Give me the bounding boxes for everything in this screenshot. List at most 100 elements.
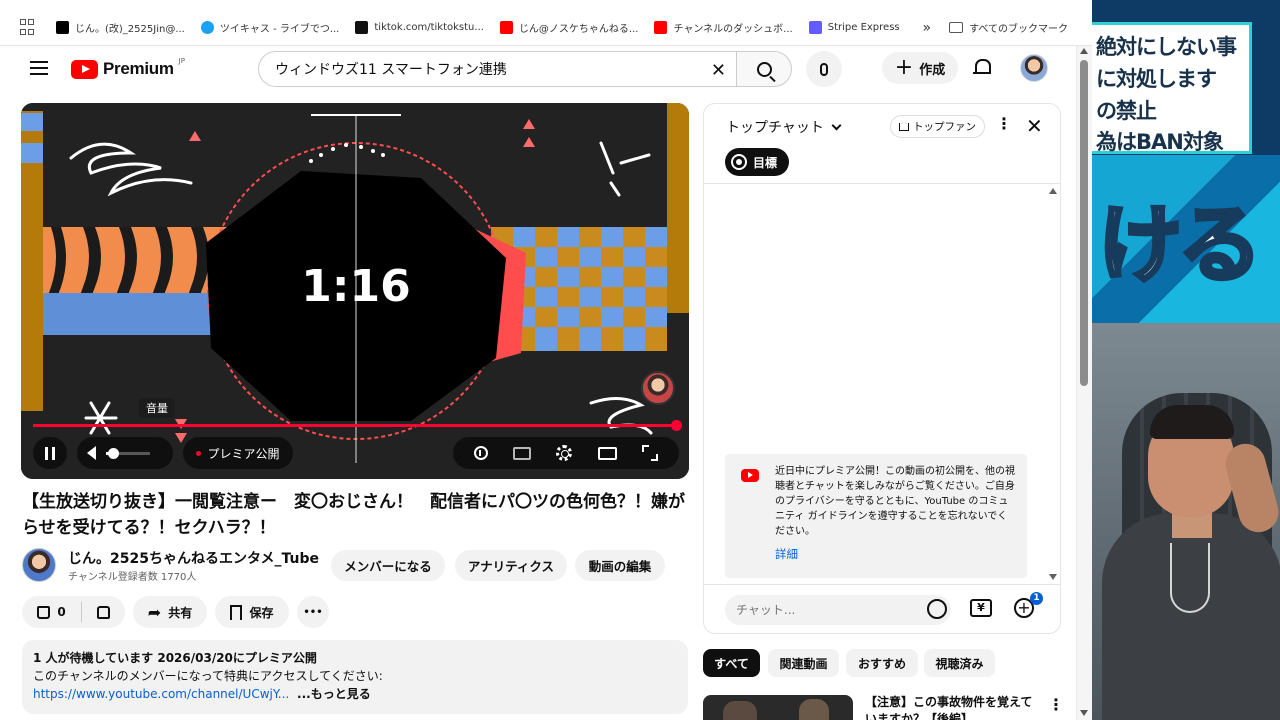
channel-link[interactable]: https://www.youtube.com/channel/UCwjY... (33, 687, 289, 701)
create-button[interactable]: + 作成 (882, 52, 958, 84)
edit-video-button[interactable]: 動画の編集 (575, 550, 665, 581)
bookmark-label: じん@ノスケちゃんねる... (518, 24, 639, 35)
overlay-rules-panel: 絶対にしない事 に対処します の禁止 為はBAN対象 (1092, 22, 1252, 154)
menu-icon[interactable] (30, 61, 48, 75)
show-more-button[interactable]: ...もっと見る (297, 687, 371, 701)
like-icon[interactable] (37, 605, 51, 619)
youtube-premium-logo[interactable]: Premium JP (71, 57, 185, 79)
save-button[interactable]: 保存 (215, 596, 289, 628)
bookmark-item[interactable]: ツイキャス - ライブでつ... (200, 20, 339, 35)
folder-icon (949, 22, 964, 33)
video-title: 【生放送切り抜き】一閲覧注意ー 変〇おじさん！ 配信者にパ〇ツの色何色？！嫌がら… (22, 492, 685, 538)
filter-chip-related[interactable]: 関連動画 (768, 649, 839, 677)
top-fan-label: トップファン (913, 121, 976, 133)
bookmark-item[interactable]: Stripe Express (808, 21, 900, 34)
bookmark-label: tiktok.com/tiktokstu... (374, 22, 484, 33)
filter-chip-watched[interactable]: 視聴済み (924, 649, 995, 677)
filter-chip-recommended[interactable]: おすすめ (846, 649, 918, 677)
bookmarks-overflow-button[interactable]: » (923, 20, 932, 36)
scroll-up-arrow-icon[interactable] (1080, 48, 1088, 54)
search-bar: ウィンドウズ11 スマートフォン連携 ✕ (258, 51, 792, 87)
theater-mode-icon[interactable] (597, 446, 617, 460)
player-right-controls (453, 437, 679, 469)
notification-badge: 1 (1030, 592, 1043, 605)
share-button[interactable]: ➦ 共有 (133, 596, 207, 628)
chat-input-row: ¥ + 1 (704, 584, 1060, 633)
bookmark-item[interactable]: tiktok.com/tiktokstu... (355, 21, 484, 34)
dislike-icon[interactable] (96, 605, 110, 619)
apps-grid-icon[interactable] (20, 18, 38, 37)
page-scrollbar[interactable] (1076, 46, 1092, 720)
scrollbar-thumb[interactable] (1080, 60, 1088, 386)
more-actions-button[interactable]: ••• (297, 596, 329, 628)
description-text: このチャンネルのメンバーになって特典にアクセスしてください: (33, 669, 383, 683)
stream-overlay: ける 絶対にしない事 に対処します の禁止 為はBAN対象 (1092, 0, 1280, 720)
related-more-options-icon[interactable]: ⋮ (1048, 697, 1064, 713)
bookmark-item[interactable]: じん@ノスケちゃんねる... (499, 20, 639, 35)
bookmark-icon (230, 604, 243, 620)
premiere-info: 1 人が待機しています 2026/03/20にプレミア公開 (33, 651, 317, 665)
top-fan-button[interactable]: トップファン (890, 115, 985, 138)
overlay-rule: 為はBAN対象 (1096, 130, 1224, 154)
volume-slider[interactable] (106, 447, 150, 459)
create-label: 作成 (919, 62, 946, 78)
voice-search-button[interactable] (806, 51, 842, 87)
search-icon (756, 61, 772, 77)
like-dislike-group: 0 (22, 596, 125, 628)
like-count[interactable]: 0 (57, 605, 65, 619)
youtube-favicon-icon (499, 21, 513, 34)
analytics-button[interactable]: アナリティクス (455, 550, 567, 581)
stripe-favicon-icon (808, 21, 822, 34)
chat-more-options-icon[interactable]: ⋮ (996, 116, 1012, 132)
progress-scrubber[interactable] (671, 420, 682, 431)
channel-avatar[interactable] (22, 548, 56, 582)
screen: じん。(改)_2525Jin@... ツイキャス - ライブでつ... tikt… (0, 0, 1280, 720)
account-avatar[interactable] (1020, 54, 1048, 82)
channel-watermark-avatar[interactable] (641, 371, 675, 405)
fullscreen-icon[interactable] (642, 445, 659, 461)
premiere-notice: 近日中にプレミア公開！この動画の初公開を、他の視聴者とチャットを楽しみながらご覧… (725, 454, 1027, 578)
progress-bar[interactable] (33, 424, 679, 427)
channel-row: じん。2525ちゃんねるエンタメ_Tube チャンネル登録者数 1770人 メン… (22, 546, 692, 586)
chat-scroll-up-icon[interactable] (1049, 188, 1057, 194)
all-bookmarks-button[interactable]: すべてのブックマーク (949, 20, 1068, 35)
volume-control[interactable] (77, 437, 173, 469)
bookmark-item[interactable]: じん。(改)_2525Jin@... (56, 20, 185, 35)
related-video-title[interactable]: 【注意】この事故物件を覚えていますか？【後編】 (865, 694, 1043, 720)
live-chat-panel: トップチャット トップファン ⋮ ✕ 目標 近日中にプレミア公開！この動画の初公… (703, 103, 1061, 634)
description-box[interactable]: 1 人が待機しています 2026/03/20にプレミア公開 このチャンネルのメン… (22, 640, 688, 714)
pause-button[interactable] (33, 437, 67, 469)
autoplay-toggle-icon[interactable] (473, 446, 488, 460)
clear-search-icon[interactable]: ✕ (711, 60, 726, 81)
goal-chip[interactable]: 目標 (725, 148, 790, 176)
save-label: 保存 (249, 605, 274, 620)
goal-label: 目標 (753, 155, 778, 170)
emoji-icon[interactable] (927, 599, 947, 619)
learn-more-link[interactable]: 詳細 (775, 547, 1015, 562)
all-bookmarks-label: すべてのブックマーク (969, 24, 1068, 35)
scroll-down-arrow-icon[interactable] (1080, 710, 1088, 716)
volume-icon[interactable] (87, 446, 96, 460)
channel-name[interactable]: じん。2525ちゃんねるエンタメ_Tube (68, 548, 319, 568)
bookmark-item[interactable]: チャンネルのダッシュボ... (654, 20, 793, 35)
bookmark-label: チャンネルのダッシュボ... (673, 24, 793, 35)
premiere-chip[interactable]: プレミア公開 (183, 437, 293, 469)
chat-scroll-down-icon[interactable] (1049, 574, 1057, 580)
notifications-bell-icon[interactable] (973, 58, 991, 76)
webcam-feed (1092, 323, 1280, 720)
chat-input[interactable] (725, 595, 951, 625)
search-button[interactable] (736, 51, 792, 87)
subtitles-icon[interactable] (513, 446, 532, 460)
chat-mode-label: トップチャット (726, 120, 824, 136)
volume-tooltip: 音量 (139, 398, 175, 418)
super-chat-icon[interactable]: ¥ (970, 599, 992, 617)
video-player[interactable]: 1:16 音量 プレミア公開 (21, 103, 689, 479)
close-chat-icon[interactable]: ✕ (1026, 114, 1043, 138)
settings-gear-icon[interactable] (556, 445, 573, 461)
chat-mode-dropdown[interactable]: トップチャット (726, 117, 842, 137)
x-favicon-icon (56, 21, 69, 34)
search-input[interactable]: ウィンドウズ11 スマートフォン連携 ✕ (258, 51, 736, 87)
filter-chip-all[interactable]: すべて (703, 649, 760, 677)
join-membership-button[interactable]: メンバーになる (331, 550, 445, 581)
related-video-thumbnail[interactable] (703, 695, 853, 720)
